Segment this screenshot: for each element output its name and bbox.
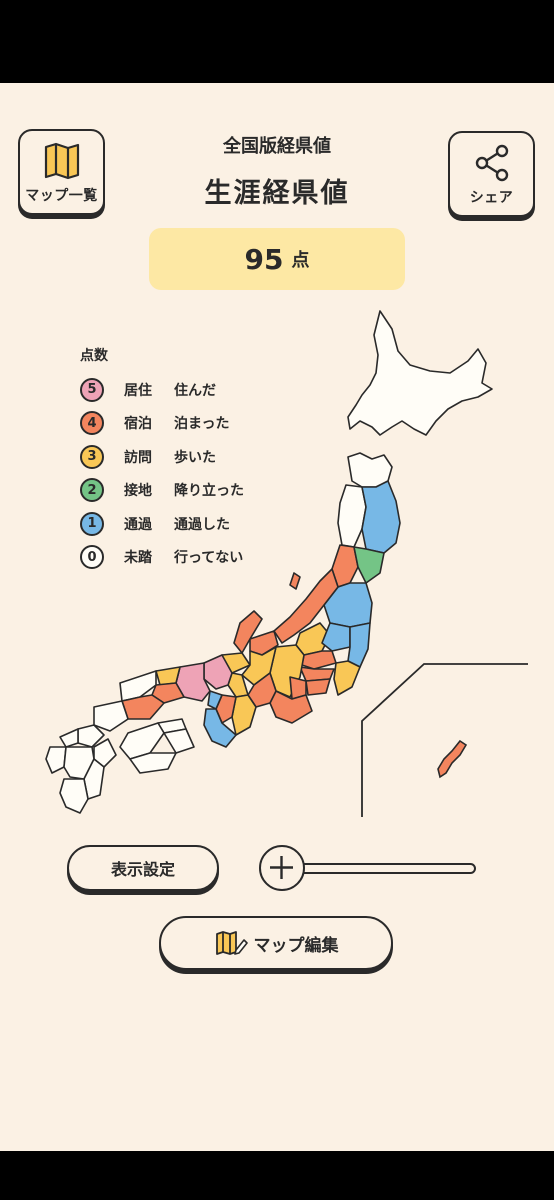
legend-item: 2 接地 降り立った	[80, 474, 244, 508]
legend-item: 1 通過 通過した	[80, 507, 244, 541]
legend-item: 4 宿泊 泊まった	[80, 407, 244, 441]
legend-badge: 1	[80, 511, 104, 536]
legend-title: 点数	[80, 348, 108, 364]
legend-name: 未踏	[124, 550, 152, 567]
prefecture-akita	[337, 484, 367, 548]
share-label: シェア	[469, 190, 514, 206]
legend-desc: 通過した	[174, 516, 230, 533]
prefecture-okinawa	[437, 739, 468, 779]
score-value: 95	[244, 242, 284, 276]
legend-desc: 降り立った	[174, 483, 244, 500]
okinawa-inset-frame	[361, 663, 528, 817]
map-edit-button[interactable]: マップ編集	[159, 916, 393, 970]
legend-item: 5 居住 住んだ	[80, 373, 244, 407]
legend-name: 通過	[124, 516, 152, 533]
prefecture-nagasaki	[45, 746, 67, 774]
display-settings-button[interactable]: 表示設定	[67, 845, 219, 891]
prefecture-tottori	[155, 666, 181, 686]
prefecture-kanagawa	[305, 678, 331, 696]
legend-badge: 0	[80, 545, 104, 570]
legend-item: 0 未踏 行ってない	[80, 541, 244, 575]
score-display: 95 点	[149, 228, 405, 290]
legend-badge: 5	[80, 377, 104, 402]
prefecture-kagoshima	[59, 778, 89, 814]
prefecture-saitama	[301, 650, 337, 670]
legend-name: 訪問	[124, 449, 152, 466]
legend-desc: 住んだ	[174, 382, 216, 399]
prefecture-miyagi	[353, 546, 385, 584]
island-sado	[289, 572, 301, 590]
map-edit-label: マップ編集	[253, 935, 339, 956]
share-icon	[475, 144, 508, 182]
app-screen: マップ一覧 全国版経県値 生涯経県値 シェア 95 点 点数 5 居住 住んだ …	[0, 83, 554, 1151]
share-button[interactable]: シェア	[448, 131, 535, 217]
navigation-bar	[0, 1151, 554, 1200]
prefecture-tochigi	[321, 622, 351, 652]
plus-icon	[270, 856, 293, 879]
legend-name: 居住	[124, 382, 152, 399]
legend-item: 3 訪問 歩いた	[80, 440, 244, 474]
prefecture-chiba	[333, 660, 361, 696]
zoom-slider-track[interactable]	[298, 863, 476, 874]
map-pencil-icon	[215, 931, 248, 955]
prefecture-ibaraki	[347, 622, 371, 668]
prefecture-iwate	[361, 480, 401, 554]
legend-badge: 4	[80, 411, 104, 436]
score-unit: 点	[291, 250, 310, 271]
prefecture-saga	[59, 728, 79, 748]
legend-desc: 行ってない	[174, 550, 244, 567]
legend-badge: 3	[80, 444, 104, 469]
legend-desc: 歩いた	[174, 449, 216, 466]
legend-badge: 2	[80, 478, 104, 503]
prefecture-tokushima	[163, 728, 195, 754]
prefecture-hokkaido	[347, 310, 493, 436]
zoom-slider-handle[interactable]	[259, 845, 305, 891]
legend-desc: 泊まった	[174, 416, 230, 433]
status-bar	[0, 0, 554, 83]
prefecture-yamaguchi	[93, 700, 129, 732]
legend: 点数 5 居住 住んだ 4 宿泊 泊まった 3 訪問 歩いた 2 接地 降り立っ…	[80, 345, 244, 574]
legend-name: 宿泊	[124, 416, 152, 433]
legend-name: 接地	[124, 483, 152, 500]
